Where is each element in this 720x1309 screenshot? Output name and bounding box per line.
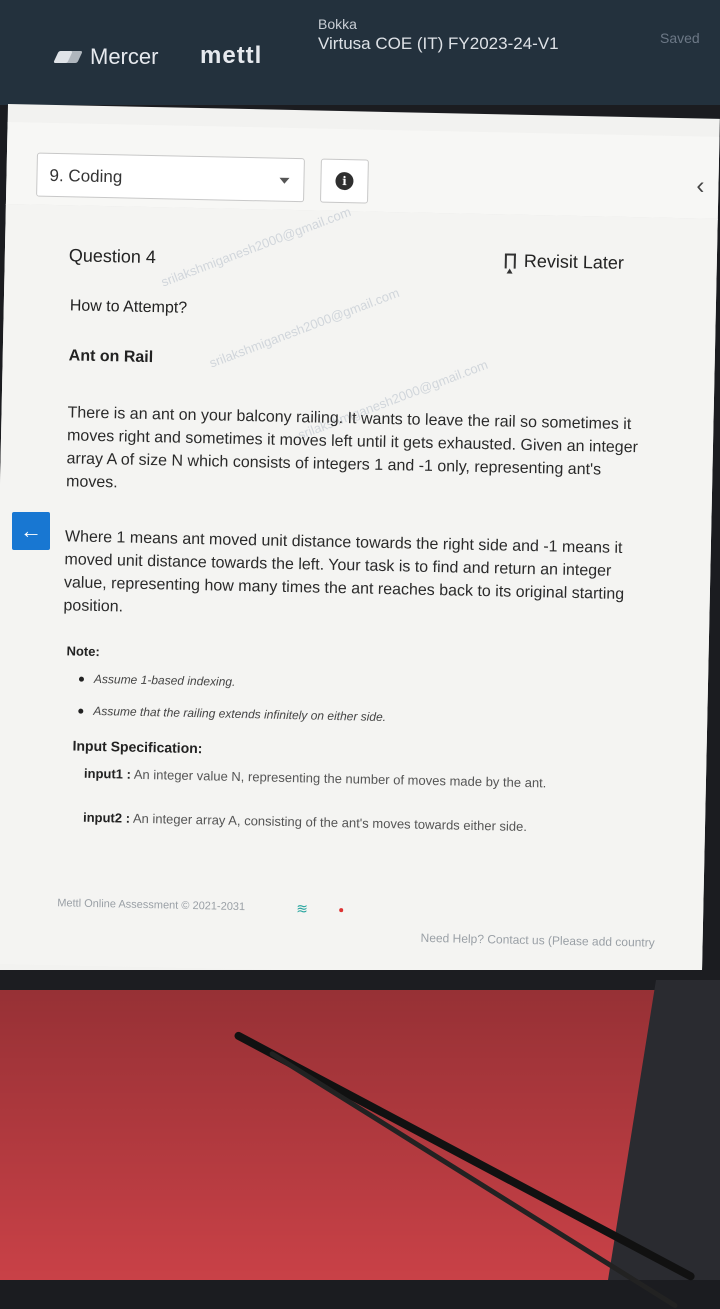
assessment-screen: 9. Coding i ‹ srilakshmiganesh2000@gmail…: [0, 104, 720, 987]
question-panel: srilakshmiganesh2000@gmail.com srilakshm…: [0, 204, 718, 979]
revisit-label: Revisit Later: [523, 250, 625, 273]
input-name: input2 :: [82, 809, 131, 826]
note-item: Assume that the railing extends infinite…: [93, 703, 387, 725]
question-number: Question 4: [68, 245, 157, 268]
back-arrow-button[interactable]: ←: [12, 512, 50, 550]
note-item: Assume 1-based indexing.: [93, 671, 236, 689]
section-select[interactable]: 9. Coding: [36, 152, 305, 203]
mercer-logo: Mercer: [56, 44, 158, 70]
input-spec-heading: Input Specification:: [72, 737, 203, 757]
bookmark-icon: [504, 253, 516, 269]
wifi-icon: ≋: [296, 900, 309, 917]
problem-paragraph-2: Where 1 means ant moved unit distance to…: [63, 528, 625, 616]
problem-title: Ant on Rail: [68, 347, 154, 367]
top-header: Mercer mettl Bokka Virtusa COE (IT) FY20…: [0, 0, 720, 105]
input-desc: An integer array A, consisting of the an…: [132, 810, 528, 835]
input-spec-item: input2 : An integer array A, consisting …: [83, 808, 623, 838]
help-contact-link[interactable]: Need Help? Contact us (Please add countr…: [420, 931, 654, 950]
chevron-left-icon[interactable]: ‹: [696, 172, 705, 200]
arrow-left-icon: ←: [20, 518, 42, 543]
candidate-name: Bokka: [318, 16, 357, 32]
watermark: srilakshmiganesh2000@gmail.com: [158, 203, 353, 290]
question-nav-bar: 9. Coding i ‹: [5, 121, 720, 220]
input-spec-item: input1 : An integer value N, representin…: [84, 764, 624, 794]
section-select-value: 9. Coding: [49, 165, 123, 187]
input-desc: An integer value N, representing the num…: [133, 766, 547, 791]
test-title: Virtusa COE (IT) FY2023-24-V1: [318, 34, 559, 53]
brand-name: Mercer: [90, 44, 159, 69]
problem-paragraph-1: There is an ant on your balcony railing.…: [65, 404, 639, 492]
info-button[interactable]: i: [320, 158, 369, 204]
info-icon: i: [335, 171, 354, 191]
revisit-later-button[interactable]: Revisit Later: [504, 250, 625, 273]
recording-indicator: [339, 908, 344, 913]
how-to-attempt-link[interactable]: How to Attempt?: [70, 297, 188, 317]
chevron-down-icon: [279, 177, 290, 184]
note-label: Note:: [66, 643, 100, 660]
footer-copyright: Mettl Online Assessment © 2021-2031: [57, 897, 246, 914]
mettl-logo: mettl: [200, 42, 263, 69]
mercer-logo-icon: [56, 49, 84, 65]
watermark: srilakshmiganesh2000@gmail.com: [207, 284, 402, 371]
input-name: input1 :: [83, 765, 132, 782]
save-status: Saved: [660, 30, 700, 46]
